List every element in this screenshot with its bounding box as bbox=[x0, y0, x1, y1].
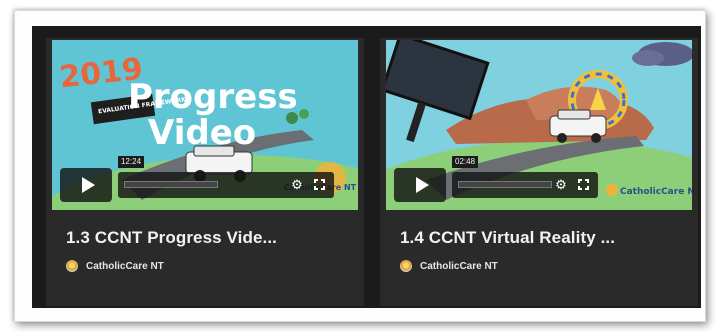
catholiccare-logo-icon bbox=[66, 260, 78, 272]
player-controls-2: ⚙ 02:48 bbox=[394, 156, 598, 202]
play-icon bbox=[81, 177, 95, 193]
play-button[interactable] bbox=[394, 168, 446, 202]
thumbnail-headline-1: Progress bbox=[128, 77, 298, 117]
video-author[interactable]: CatholicCare NT bbox=[66, 258, 164, 274]
video-title[interactable]: 1.4 CCNT Virtual Reality ... bbox=[400, 228, 615, 248]
gear-icon[interactable]: ⚙ bbox=[554, 178, 568, 192]
video-card-2[interactable]: CatholicCare NT ⚙ 02:48 1.4 CCNT Virtual… bbox=[380, 38, 698, 306]
catholiccare-logo-icon bbox=[400, 260, 412, 272]
progress-track[interactable] bbox=[124, 181, 218, 188]
video-thumbnail-1[interactable]: EVALUATION FRAMEWORK CatholicCare NT 201… bbox=[52, 40, 358, 210]
video-author[interactable]: CatholicCare NT bbox=[400, 258, 498, 274]
play-icon bbox=[415, 177, 429, 193]
author-name: CatholicCare NT bbox=[86, 260, 164, 272]
thumbnail-headline-2: Video bbox=[148, 113, 256, 153]
video-duration: 12:24 bbox=[118, 156, 145, 168]
player-controls-1: ⚙ 12:24 bbox=[60, 156, 334, 202]
video-title[interactable]: 1.3 CCNT Progress Vide... bbox=[66, 228, 277, 248]
video-duration: 02:48 bbox=[452, 156, 479, 168]
fullscreen-icon[interactable] bbox=[578, 179, 589, 190]
thumbnail-logo-2: CatholicCare NT bbox=[620, 187, 692, 197]
video-card-1[interactable]: EVALUATION FRAMEWORK CatholicCare NT 201… bbox=[46, 38, 364, 306]
play-button[interactable] bbox=[60, 168, 112, 202]
gear-icon[interactable]: ⚙ bbox=[290, 178, 304, 192]
author-name: CatholicCare NT bbox=[420, 260, 498, 272]
control-bar: ⚙ bbox=[118, 172, 334, 198]
control-bar: ⚙ bbox=[452, 172, 598, 198]
fullscreen-icon[interactable] bbox=[314, 179, 325, 190]
video-thumbnail-2[interactable]: CatholicCare NT ⚙ 02:48 bbox=[386, 40, 692, 210]
progress-track[interactable] bbox=[458, 181, 552, 188]
